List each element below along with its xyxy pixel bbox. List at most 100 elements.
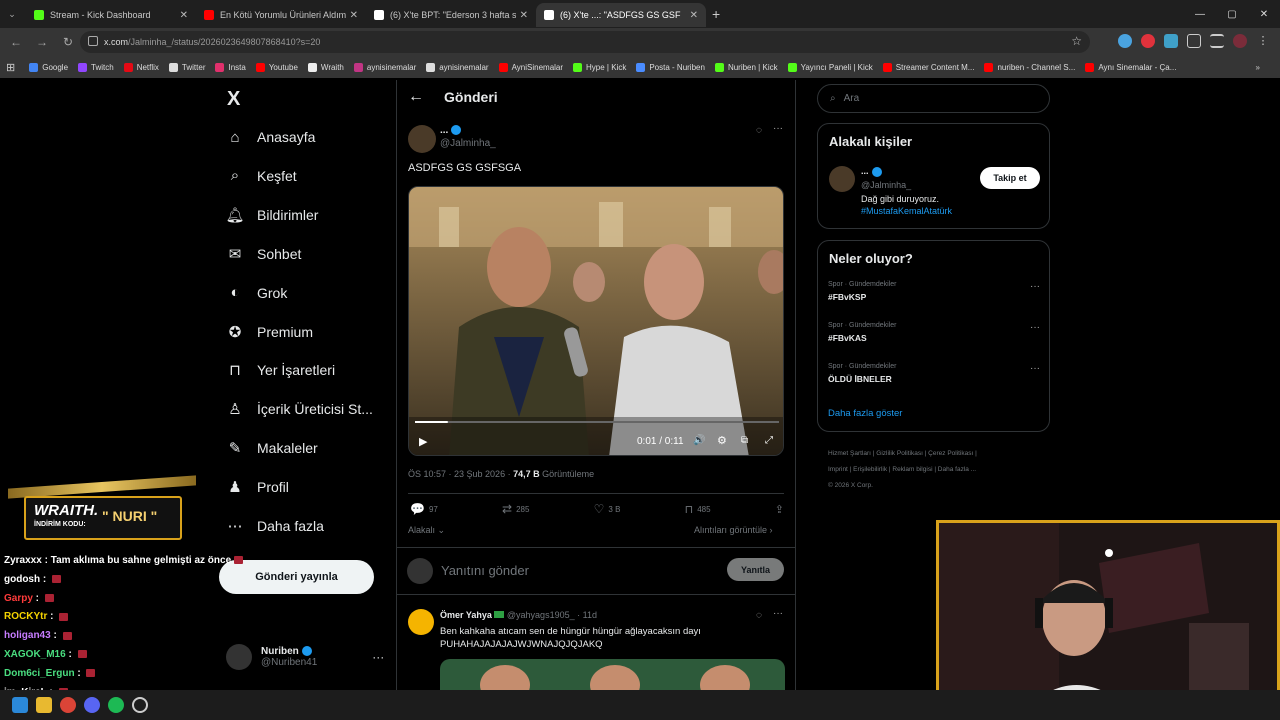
play-icon[interactable]: ▶ [419,435,427,448]
close-tab-icon[interactable]: ✕ [180,10,188,21]
browser-tab[interactable]: En Kötü Yorumlu Ürünleri Aldım ✕ [196,3,366,27]
pip-icon[interactable]: ⧉ [741,435,748,446]
menu-icon[interactable]: ⋮ [1256,34,1270,48]
trend-item[interactable]: Spor · Gündemdekiler #FBvKAS ··· [828,322,1040,343]
account-switcher[interactable]: Nuriben @Nuriben41 ··· [226,644,384,670]
bookmark-item[interactable]: Posta - Nuriben [636,62,705,72]
minimize-button[interactable]: — [1184,0,1216,28]
person-name[interactable]: ... [861,166,869,176]
site-info-icon[interactable] [88,36,98,46]
video-player[interactable]: ▶ 0:01 / 0:11 🔊 ⚙ ⧉ ⤢ [408,186,784,456]
reply-action[interactable]: 💬 97 [410,502,438,516]
post-handle[interactable]: @Jalminha_ [440,138,496,149]
bookmark-item[interactable]: Insta [215,62,246,72]
bookmark-star-icon[interactable]: ☆ [1071,34,1082,48]
follow-button[interactable]: Takip et [980,167,1040,189]
bookmark-item[interactable]: nuriben - Channel S... [984,62,1075,72]
nav-item-grok[interactable]: ◐ Grok [226,284,287,302]
reading-list-icon[interactable] [1210,34,1224,48]
discord-icon[interactable] [84,697,100,713]
reply-author[interactable]: Ömer Yahya [440,610,492,620]
reply-media[interactable] [440,659,785,690]
bookmark-item[interactable]: Netflix [123,62,159,72]
video-progress-fill[interactable] [415,421,448,423]
nav-item-bell[interactable]: 🔔︎ Bildirimler [225,206,318,224]
post-avatar[interactable] [408,125,436,153]
close-tab-icon[interactable]: ✕ [350,10,358,21]
more-icon[interactable]: ··· [773,608,783,619]
trend-item[interactable]: Spor · Gündemdekiler ÖLDÜ İBNELER ··· [828,363,1040,384]
close-tab-icon[interactable]: ✕ [690,10,698,21]
share-action[interactable]: ⇪ [775,502,784,516]
person-handle[interactable]: @Jalminha_ [861,180,952,190]
settings-icon[interactable]: ⚙ [717,434,727,447]
reload-icon[interactable]: ↻ [56,30,80,54]
nav-item-home[interactable]: ⌂ Anasayfa [226,128,315,146]
bookmark-item[interactable]: Google [29,62,68,72]
sort-relevant[interactable]: Alakalı ⌄ [408,525,445,536]
puzzle-icon[interactable] [1187,34,1201,48]
grok-icon[interactable]: ◌ [756,125,762,136]
bookmark-item[interactable]: Twitch [78,62,114,72]
fullscreen-icon[interactable]: ⤢ [765,435,773,446]
nav-item-creator-studio[interactable]: ♙ İçerik Üreticisi St... [226,400,373,418]
browser-tab[interactable]: (6) X'te ...: "ASDFGS GS GSF ✕ [536,3,706,27]
grok-icon[interactable]: ◌ [756,610,762,621]
bookmark-item[interactable]: aynisinemalar [353,62,416,72]
new-tab-button[interactable]: + [712,6,720,22]
bookmark-item[interactable]: AyniSinemalar [498,62,563,72]
avatar[interactable] [829,166,855,192]
trend-item[interactable]: Spor · Gündemdekiler #FBvKSP ··· [828,281,1040,302]
more-icon[interactable]: ··· [1030,322,1040,333]
windows-start-icon[interactable] [12,697,28,713]
nav-item-profile[interactable]: ♟ Profil [226,478,289,496]
app-icon[interactable] [132,697,148,713]
browser-tab[interactable]: (6) X'te BPT: "Ederson 3 hafta s ✕ [366,3,536,27]
url-input[interactable]: x.com/Jalminha_/status/20260236498078684… [80,31,1090,53]
more-icon[interactable]: ··· [372,650,384,664]
view-quotes-link[interactable]: Alıntıları görüntüle › [694,525,773,535]
nav-item-bookmark[interactable]: ⊓ Yer İşaretleri [226,361,335,379]
reply-handle[interactable]: @yahyags1905_ [507,610,575,620]
bio-hashtag[interactable]: #MustafaKemalAtatürk [861,206,952,216]
bookmark-item[interactable]: Hype | Kick [573,62,626,72]
back-arrow-icon[interactable]: ← [408,88,424,106]
bookmark-item[interactable]: aynisinemalar [426,62,489,72]
like-action[interactable]: ♡ 3 B [594,502,621,516]
nav-item-premium[interactable]: ✪ Premium [226,323,313,341]
volume-icon[interactable]: 🔊 [693,435,705,446]
tab-search-icon[interactable]: ⌄ [2,2,22,26]
close-window-button[interactable]: ✕ [1248,0,1280,28]
chrome-icon[interactable] [60,697,76,713]
bookmark-item[interactable]: Streamer Content M... [882,62,974,72]
more-bookmarks-icon[interactable]: » [1256,63,1260,72]
close-tab-icon[interactable]: ✕ [520,10,528,21]
file-explorer-icon[interactable] [36,697,52,713]
spotify-icon[interactable] [108,697,124,713]
apps-icon[interactable]: ⊞ [6,61,15,74]
bookmark-item[interactable]: Aynı Sinemalar - Ça... [1085,62,1176,72]
show-more-link[interactable]: Daha fazla göster [828,408,902,419]
bookmark-action[interactable]: ⊓ 485 [685,502,711,516]
reply-input[interactable]: Yanıtını gönder [441,563,529,578]
nav-item-more-circle[interactable]: ⋯ Daha fazla [226,517,324,535]
bookmark-item[interactable]: Yayıncı Paneli | Kick [787,62,873,72]
repost-action[interactable]: ⇄ 285 [502,502,529,516]
nav-item-mail[interactable]: ✉ Sohbet [226,245,302,263]
nav-item-articles[interactable]: ✎ Makaleler [226,439,318,457]
nav-item-search[interactable]: ⌕ Keşfet [226,167,297,185]
bookmark-item[interactable]: Nuriben | Kick [714,62,778,72]
bookmark-item[interactable]: Wraith [307,62,344,72]
reply-button[interactable]: Yanıtla [727,558,784,581]
post-author[interactable]: ... [440,125,448,136]
forward-icon[interactable]: → [30,30,54,54]
search-input[interactable]: ⌕ Ara [817,84,1050,113]
more-icon[interactable]: ··· [773,123,783,134]
x-logo[interactable]: X [227,88,240,111]
more-icon[interactable]: ··· [1030,281,1040,292]
more-icon[interactable]: ··· [1030,363,1040,374]
browser-tab[interactable]: Stream - Kick Dashboard ✕ [26,3,196,27]
profile-avatar[interactable] [1233,34,1247,48]
extension-icon[interactable] [1164,34,1178,48]
extension-icon[interactable] [1141,34,1155,48]
